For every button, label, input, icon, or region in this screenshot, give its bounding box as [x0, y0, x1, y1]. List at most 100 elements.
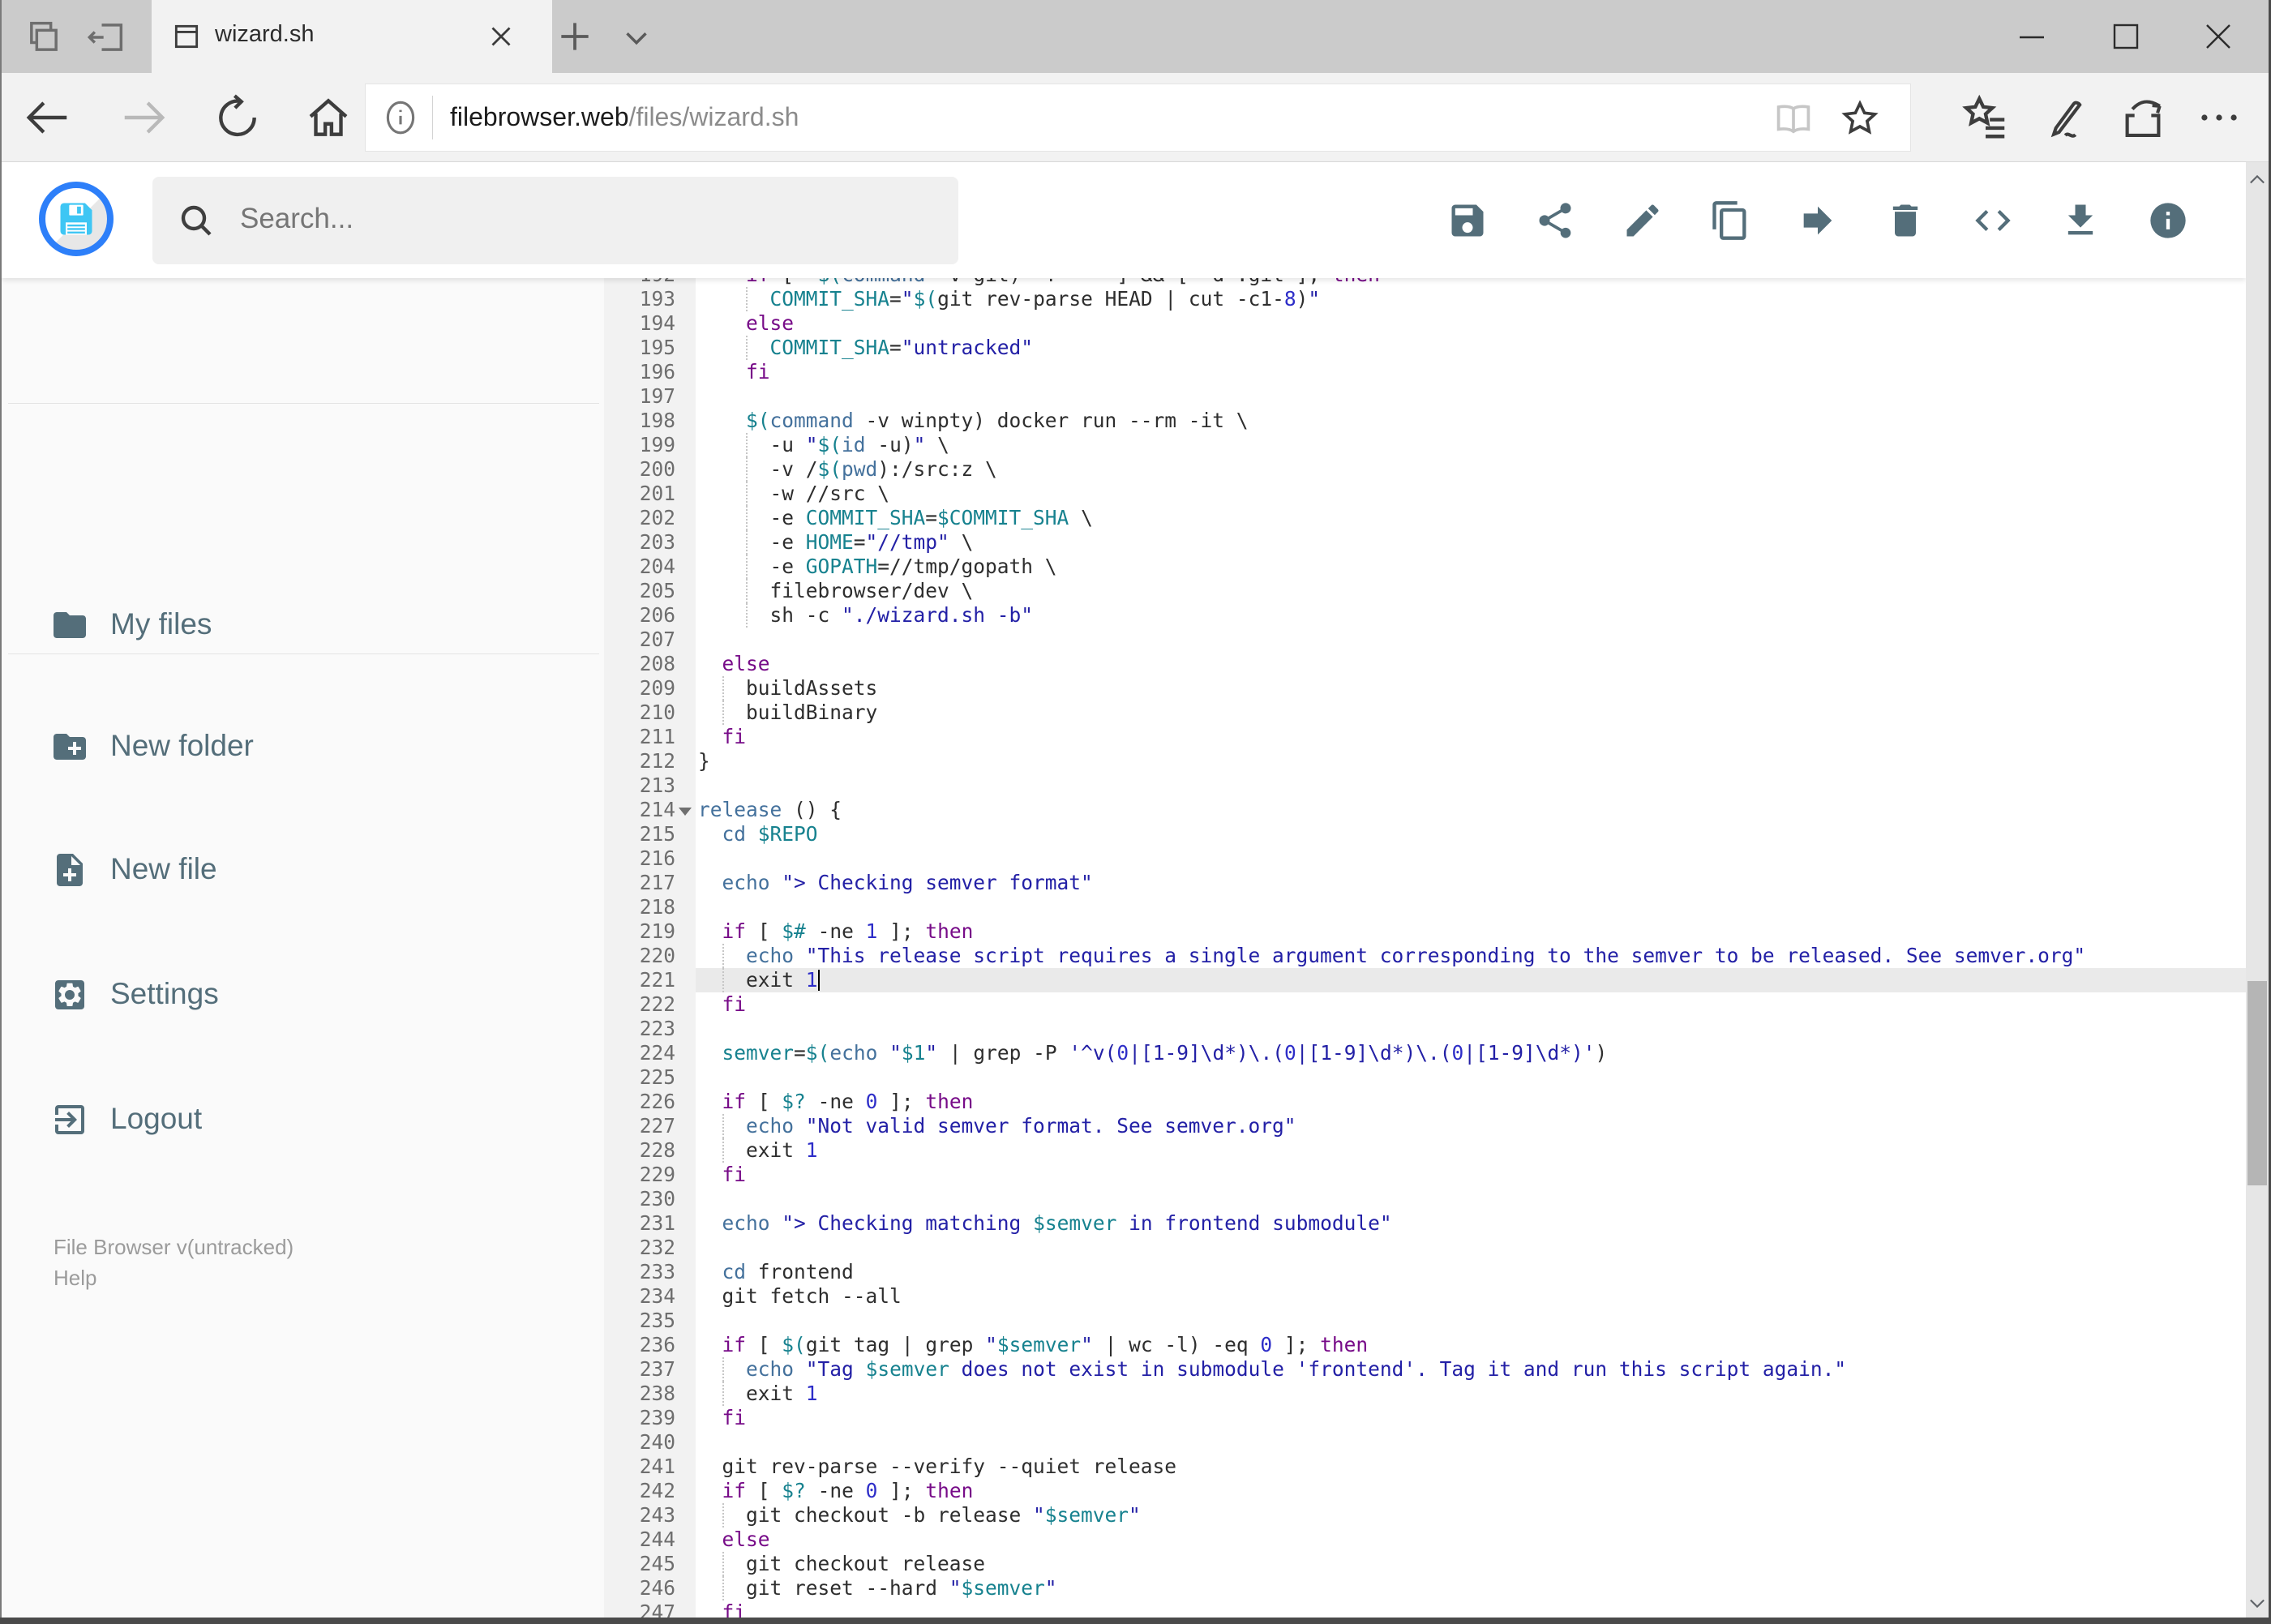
hub-favorites-icon[interactable] — [1960, 92, 2011, 143]
help-link[interactable]: Help — [54, 1262, 294, 1293]
code-line-text[interactable]: exit 1 — [696, 1138, 2246, 1163]
favorite-star-icon[interactable] — [1839, 97, 1881, 139]
sidebar-item-new-file[interactable]: New file — [2, 825, 604, 915]
code-line-text[interactable]: -w //src \ — [696, 482, 2246, 506]
code-line-text[interactable]: buildAssets — [696, 676, 2246, 701]
scrollbar-thumb[interactable] — [2247, 981, 2267, 1185]
move-button[interactable] — [1797, 199, 1839, 242]
code-line-text[interactable]: -u "$(id -u)" \ — [696, 433, 2246, 457]
code-line-text[interactable] — [696, 1065, 2246, 1090]
code-line-text[interactable]: git reset --hard "$semver" — [696, 1576, 2246, 1600]
code-line-text[interactable]: COMMIT_SHA="$(git rev-parse HEAD | cut -… — [696, 287, 2246, 311]
code-line-text[interactable]: -e GOPATH=//tmp/gopath \ — [696, 555, 2246, 579]
code-line-text[interactable]: release () { — [696, 798, 2246, 822]
code-line-text[interactable] — [696, 895, 2246, 919]
filebrowser-logo[interactable] — [39, 182, 114, 256]
code-line-text[interactable]: fi — [696, 360, 2246, 384]
tab-menu-chevron-icon[interactable] — [618, 19, 655, 57]
code-line-text[interactable] — [696, 846, 2246, 871]
code-line-text[interactable] — [696, 1309, 2246, 1333]
window-close-button[interactable] — [2182, 13, 2255, 60]
address-bar[interactable]: filebrowser.web/files/wizard.sh — [365, 84, 1911, 152]
tab-preview-icon[interactable] — [23, 16, 65, 58]
back-button[interactable] — [23, 92, 73, 143]
code-line-text[interactable]: -v /$(pwd):/src:z \ — [696, 457, 2246, 482]
code-line-text[interactable]: git checkout -b release "$semver" — [696, 1503, 2246, 1528]
share-button[interactable] — [1534, 199, 1576, 242]
code-line-text[interactable]: -e COMMIT_SHA=$COMMIT_SHA \ — [696, 506, 2246, 530]
code-button[interactable] — [1972, 199, 2014, 242]
tab-close-icon[interactable] — [484, 19, 518, 54]
code-line-text[interactable]: else — [696, 652, 2246, 676]
sidebar-item-logout[interactable]: Logout — [2, 1075, 604, 1164]
code-line-text[interactable]: filebrowser/dev \ — [696, 579, 2246, 603]
page-scrollbar[interactable] — [2246, 162, 2269, 1618]
code-editor[interactable]: 192 if [ "$(command -v git)" != "" ] && … — [604, 278, 2246, 1624]
code-line-text[interactable]: fi — [696, 1406, 2246, 1430]
set-tabs-aside-icon[interactable] — [86, 16, 128, 58]
browser-tab[interactable]: wizard.sh — [152, 0, 552, 73]
web-note-pen-icon[interactable] — [2039, 92, 2089, 143]
code-line-text[interactable] — [696, 1430, 2246, 1455]
more-options-icon[interactable] — [2194, 92, 2244, 143]
code-line-text[interactable]: if [ $? -ne 0 ]; then — [696, 1479, 2246, 1503]
code-line-text[interactable] — [696, 1017, 2246, 1041]
new-tab-button[interactable] — [555, 16, 595, 57]
refresh-button[interactable] — [212, 92, 263, 143]
code-line-text[interactable]: cd frontend — [696, 1260, 2246, 1284]
code-line-text[interactable]: -e HOME="//tmp" \ — [696, 530, 2246, 555]
code-line-text[interactable]: git fetch --all — [696, 1284, 2246, 1309]
fold-marker-icon[interactable] — [675, 798, 696, 822]
code-line-text[interactable]: buildBinary — [696, 701, 2246, 725]
code-line-text[interactable]: COMMIT_SHA="untracked" — [696, 336, 2246, 360]
code-line-text[interactable]: echo "> Checking matching $semver in fro… — [696, 1211, 2246, 1236]
delete-button[interactable] — [1884, 199, 1926, 242]
sidebar-item-settings[interactable]: Settings — [2, 950, 604, 1039]
code-line-text[interactable]: exit 1 — [696, 1382, 2246, 1406]
code-line-text[interactable] — [696, 384, 2246, 409]
code-line-text[interactable]: echo "Tag $semver does not exist in subm… — [696, 1357, 2246, 1382]
code-line-text[interactable]: git rev-parse --verify --quiet release — [696, 1455, 2246, 1479]
code-line-text[interactable]: exit 1 — [696, 968, 2246, 992]
code-line-text[interactable]: if [ $(git tag | grep "$semver" | wc -l)… — [696, 1333, 2246, 1357]
code-line-text[interactable]: echo "This release script requires a sin… — [696, 944, 2246, 968]
code-line-text[interactable]: fi — [696, 725, 2246, 749]
info-button[interactable] — [2147, 199, 2189, 242]
site-info-icon[interactable] — [380, 97, 421, 138]
reading-view-icon[interactable] — [1772, 97, 1815, 139]
copy-button[interactable] — [1709, 199, 1751, 242]
code-line-text[interactable] — [696, 773, 2246, 798]
code-line-text[interactable]: } — [696, 749, 2246, 773]
window-maximize-button[interactable] — [2089, 13, 2162, 60]
window-minimize-button[interactable] — [1995, 13, 2068, 60]
url-text[interactable]: filebrowser.web/files/wizard.sh — [450, 102, 799, 132]
share-page-icon[interactable] — [2118, 92, 2168, 143]
code-line-text[interactable] — [696, 1187, 2246, 1211]
code-line-text[interactable]: if [ "$(command -v git)" != "" ] && [ -d… — [696, 278, 2246, 287]
edit-button[interactable] — [1622, 199, 1664, 242]
code-line-text[interactable]: semver=$(echo "$1" | grep -P '^v(0|[1-9]… — [696, 1041, 2246, 1065]
forward-button[interactable] — [118, 92, 169, 143]
search-input[interactable]: Search... — [152, 177, 958, 264]
home-button[interactable] — [303, 92, 354, 143]
code-line-text[interactable]: else — [696, 1528, 2246, 1552]
code-line-text[interactable]: if [ $? -ne 0 ]; then — [696, 1090, 2246, 1114]
code-line-text[interactable]: cd $REPO — [696, 822, 2246, 846]
code-line-text[interactable]: else — [696, 311, 2246, 336]
code-line-text[interactable]: sh -c "./wizard.sh -b" — [696, 603, 2246, 628]
code-line-text[interactable] — [696, 1236, 2246, 1260]
code-line-text[interactable]: echo "> Checking semver format" — [696, 871, 2246, 895]
code-line-text[interactable]: git checkout release — [696, 1552, 2246, 1576]
code-line-text[interactable]: echo "Not valid semver format. See semve… — [696, 1114, 2246, 1138]
code-line-text[interactable]: if [ $# -ne 1 ]; then — [696, 919, 2246, 944]
sidebar-item-new-folder[interactable]: New folder — [2, 702, 604, 791]
download-button[interactable] — [2059, 199, 2102, 242]
sidebar-item-my-files[interactable]: My files — [2, 581, 604, 670]
scroll-up-icon[interactable] — [2246, 162, 2269, 195]
code-line-text[interactable]: fi — [696, 1163, 2246, 1187]
code-line-text[interactable]: fi — [696, 992, 2246, 1017]
code-line-text[interactable] — [696, 628, 2246, 652]
scroll-down-icon[interactable] — [2246, 1585, 2269, 1618]
save-button[interactable] — [1446, 199, 1489, 242]
code-line-text[interactable]: $(command -v winpty) docker run --rm -it… — [696, 409, 2246, 433]
